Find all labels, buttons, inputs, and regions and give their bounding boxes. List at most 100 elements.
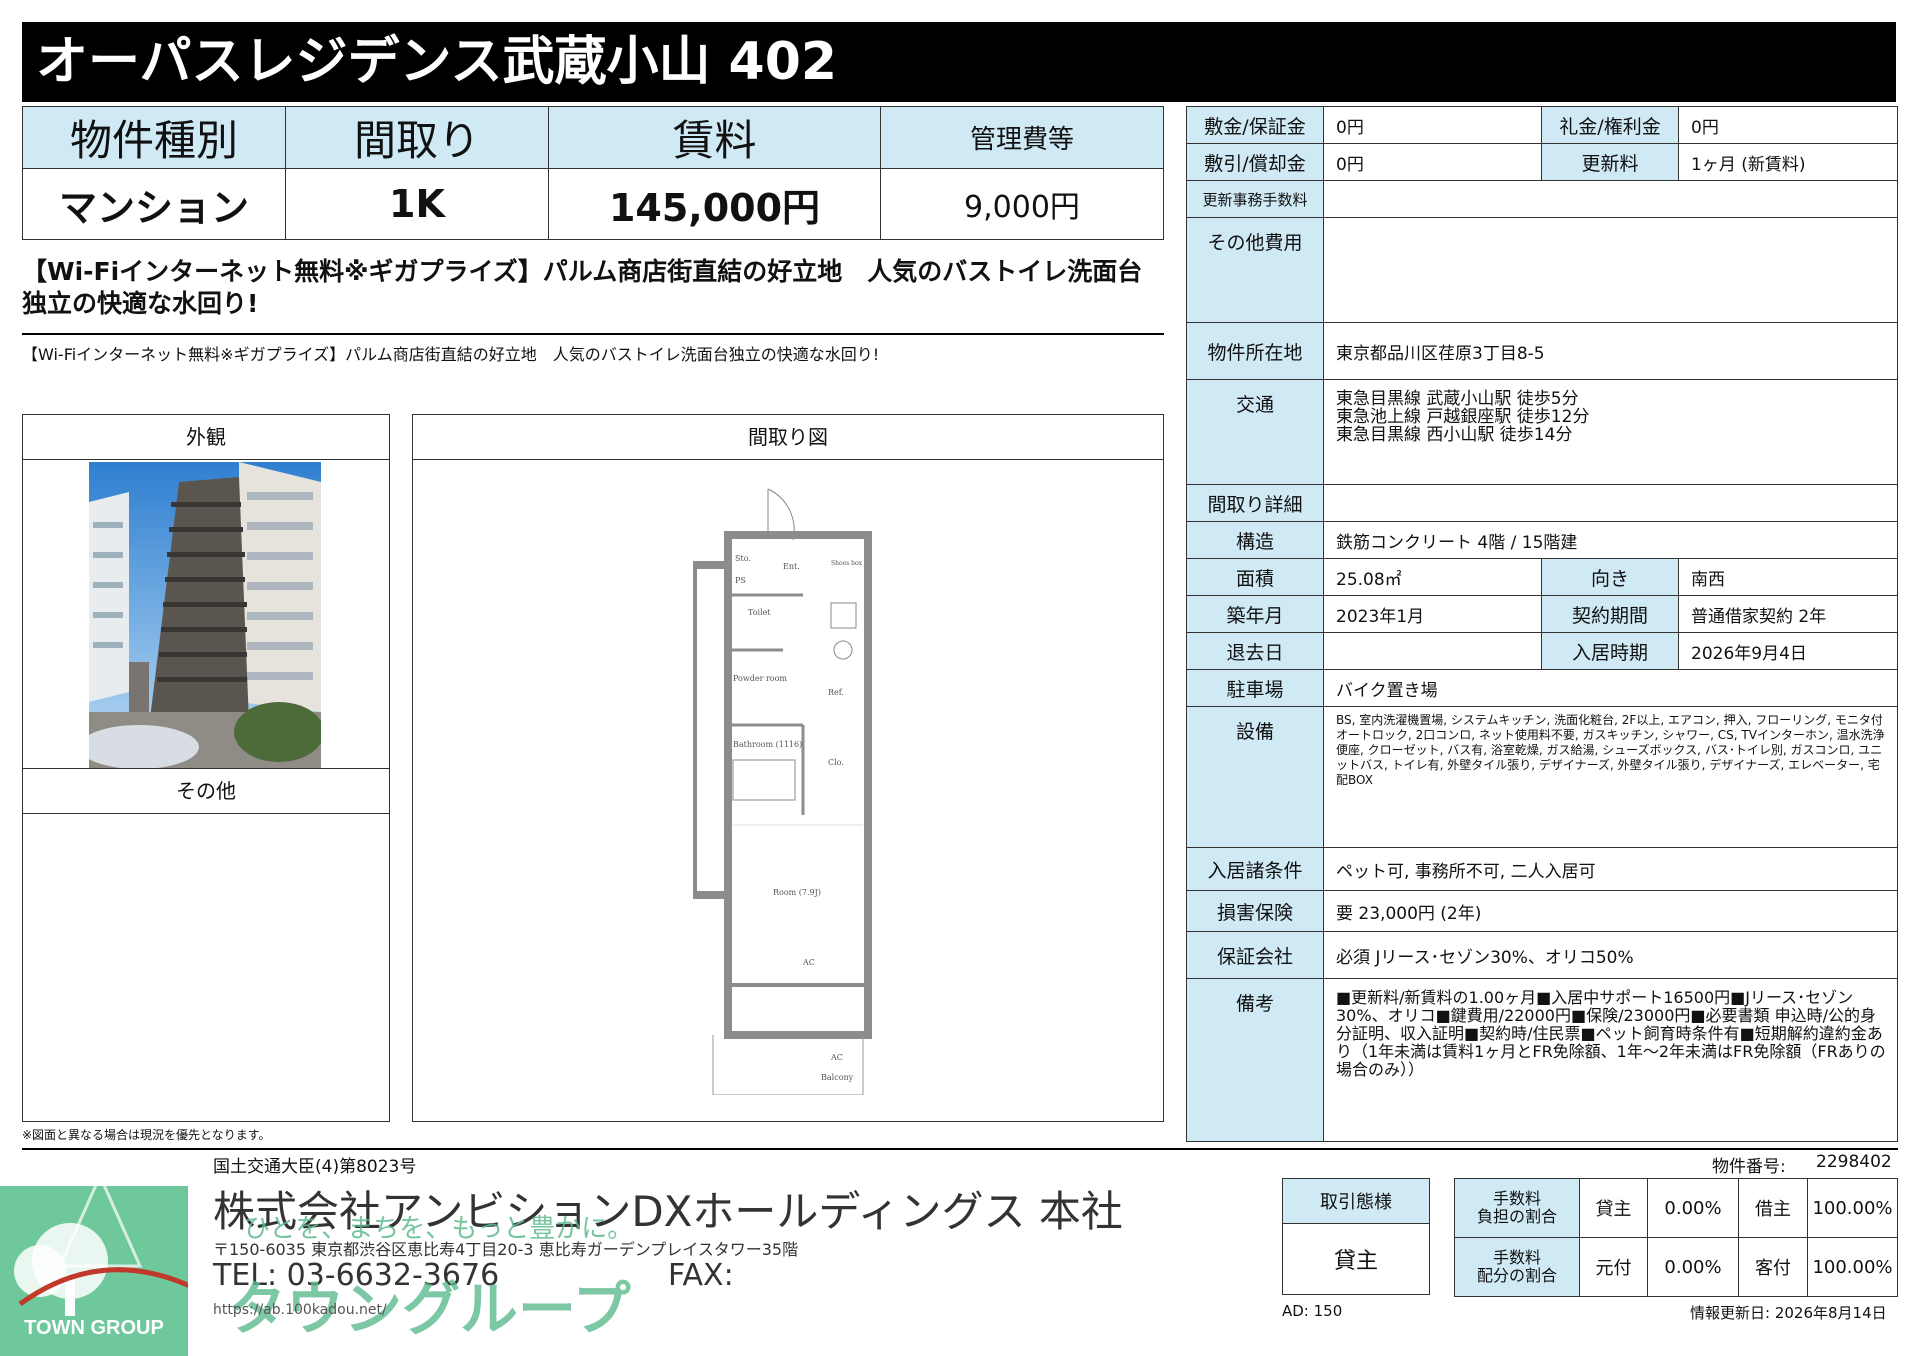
madori-value — [1324, 485, 1897, 521]
hosho-label: 保証会社 — [1187, 932, 1324, 978]
menseki-value: 25.08㎡ — [1324, 559, 1542, 595]
floorplan-panel: 間取り図 Sto. Ent. Shoes box PS Toilet Powde… — [412, 414, 1164, 1122]
keiyaku-value: 普通借家契約 2年 — [1691, 606, 1827, 627]
other-label: その他 — [23, 769, 389, 814]
kozo-label: 構造 — [1187, 522, 1324, 558]
taikyo-value — [1324, 633, 1542, 669]
property-no-label: 物件番号: — [1712, 1157, 1786, 1177]
fee-share-label: 手数料 配分の割合 — [1454, 1237, 1580, 1297]
company-address: 〒150-6035 東京都渋谷区恵比寿4丁目20-3 恵比寿ガーデンプレイスタワ… — [213, 1240, 799, 1259]
company-fax: FAX: — [668, 1258, 734, 1293]
kotsu-label: 交通 — [1187, 380, 1324, 484]
fee-motozuke-label: 元付 — [1579, 1237, 1648, 1297]
fee-karinushi-pct: 100.00% — [1807, 1178, 1898, 1238]
fee-kashinushi-label: 貸主 — [1579, 1178, 1648, 1238]
setsubi-value: BS, 室内洗濯機置場, システムキッチン, 洗面化粧台, 2F以上, エアコン… — [1336, 713, 1885, 787]
kozo-value: 鉄筋コンクリート 4階 / 15階建 — [1336, 532, 1578, 553]
fp-powder: Powder room — [733, 674, 787, 683]
kotsu-line: 東急池上線 戸越銀座駅 徒歩12分 — [1336, 407, 1590, 427]
torihiki-label: 取引態様 — [1282, 1178, 1430, 1224]
summary-rent: 145,000円 — [549, 169, 881, 239]
company-logo: TOWN GROUP — [0, 1172, 192, 1356]
fp-toilet: Toilet — [748, 608, 771, 617]
catchcopy: 【Wi-Fiインターネット無料※ギガプライズ】パルム商店街直結の好立地 人気のバ… — [22, 257, 1143, 318]
torihiki-value: 貸主 — [1282, 1223, 1430, 1295]
shikibiki-value: 0円 — [1324, 144, 1542, 180]
building-illustration — [89, 462, 321, 768]
summary-type: マンション — [23, 169, 286, 239]
footer-divider — [22, 1148, 1898, 1150]
parking-label: 駐車場 — [1187, 670, 1324, 706]
ad-value: AD: 150 — [1282, 1302, 1343, 1320]
joken-value: ペット可, 事務所不可, 二人入居可 — [1336, 861, 1596, 882]
fee-kashinushi-pct: 0.00% — [1647, 1178, 1739, 1238]
jimu-label: 更新事務手数料 — [1187, 181, 1324, 217]
property-no: 2298402 — [1816, 1152, 1892, 1172]
kotsu-line: 東急目黒線 西小山駅 徒歩14分 — [1336, 425, 1573, 445]
madori-label: 間取り詳細 — [1187, 485, 1324, 521]
sonota-value — [1324, 218, 1897, 322]
exterior-photo — [89, 462, 321, 768]
menseki-label: 面積 — [1187, 559, 1324, 595]
fp-clo: Clo. — [828, 758, 844, 767]
fee-kyakuzuke-label: 客付 — [1738, 1237, 1808, 1297]
biko-value: ■更新料/新賃料の1.00ヶ月■入居中サポート16500円■Jリース･セゾン30… — [1336, 988, 1886, 1079]
fp-bath: Bathroom (1116) — [733, 740, 802, 749]
jimu-value — [1324, 181, 1897, 217]
exterior-panel: 外観 その他 — [22, 414, 390, 1122]
divider — [22, 333, 1164, 335]
joken-label: 入居諸条件 — [1187, 848, 1324, 890]
muki-label: 向き — [1542, 559, 1679, 595]
summary-table: 物件種別 間取り 賃料 管理費等 マンション 1K 145,000円 9,000… — [22, 106, 1164, 240]
license-number: 国土交通大臣(4)第8023号 — [213, 1157, 417, 1177]
taikyo-label: 退去日 — [1187, 633, 1324, 669]
fp-ac-1: AC — [802, 958, 815, 967]
address-label: 物件所在地 — [1187, 323, 1324, 379]
logo-text: TOWN GROUP — [24, 1317, 164, 1339]
summary-header-type: 物件種別 — [23, 107, 286, 169]
kotsu-list: 東急目黒線 武蔵小山駅 徒歩5分 東急池上線 戸越銀座駅 徒歩12分 東急目黒線… — [1324, 380, 1897, 484]
sonota-label: その他費用 — [1187, 218, 1324, 322]
nyukyo-value: 2026年9月4日 — [1691, 643, 1807, 664]
exterior-label: 外観 — [23, 415, 389, 460]
fp-ent: Ent. — [783, 562, 800, 571]
koshin-value: 1ヶ月 (新賃料) — [1691, 154, 1806, 175]
summary-header-layout: 間取り — [286, 107, 549, 169]
shikikin-label: 敷金/保証金 — [1187, 107, 1324, 143]
summary-header-fee: 管理費等 — [881, 107, 1163, 169]
subcopy: 【Wi-Fiインターネット無料※ギガプライズ】パルム商店街直結の好立地 人気のバ… — [22, 345, 880, 364]
fp-sto: Sto. — [735, 554, 751, 563]
fee-karinushi-label: 借主 — [1738, 1178, 1808, 1238]
chiku-value: 2023年1月 — [1324, 596, 1542, 632]
reikin-value: 0円 — [1691, 117, 1719, 138]
floorplan-drawing: Sto. Ent. Shoes box PS Toilet Powder roo… — [693, 488, 872, 1095]
chiku-label: 築年月 — [1187, 596, 1324, 632]
summary-layout: 1K — [286, 169, 549, 239]
fee-motozuke-pct: 0.00% — [1647, 1237, 1739, 1297]
summary-fee: 9,000円 — [964, 190, 1080, 225]
hoken-value: 要 23,000円 (2年) — [1336, 903, 1482, 924]
fp-ps: PS — [735, 576, 746, 585]
floorplan-label: 間取り図 — [413, 415, 1163, 460]
summary-header-rent: 賃料 — [549, 107, 881, 169]
parking-value: バイク置き場 — [1336, 680, 1438, 701]
nyukyo-label: 入居時期 — [1542, 633, 1679, 669]
shikibiki-label: 敷引/償却金 — [1187, 144, 1324, 180]
fp-shoes: Shoes box — [831, 560, 863, 567]
shikikin-value: 0円 — [1324, 107, 1542, 143]
muki-value: 南西 — [1691, 569, 1725, 590]
fp-balcony: Balcony — [821, 1073, 854, 1082]
kotsu-line: 東急目黒線 武蔵小山駅 徒歩5分 — [1336, 389, 1579, 409]
biko-label: 備考 — [1187, 979, 1324, 1141]
address-value: 東京都品川区荏原3丁目8-5 — [1336, 343, 1545, 364]
koshin-label: 更新料 — [1542, 144, 1679, 180]
details-table: 敷金/保証金 0円 礼金/権利金 0円 敷引/償却金 0円 更新料 1ヶ月 (新… — [1186, 106, 1898, 1142]
fp-ref: Ref. — [828, 688, 844, 697]
company-url[interactable]: https://ab.100kadou.net/ — [213, 1302, 387, 1318]
hosho-value: 必須 Jリース･セゾン30%、オリコ50% — [1336, 947, 1634, 968]
disclaimer-note: ※図面と異なる場合は現況を優先となります。 — [22, 1128, 271, 1142]
updated-date: 情報更新日: 2026年8月14日 — [1690, 1304, 1887, 1322]
setsubi-label: 設備 — [1187, 707, 1324, 847]
fp-room: Room (7.9J) — [773, 888, 821, 897]
keiyaku-label: 契約期間 — [1542, 596, 1679, 632]
